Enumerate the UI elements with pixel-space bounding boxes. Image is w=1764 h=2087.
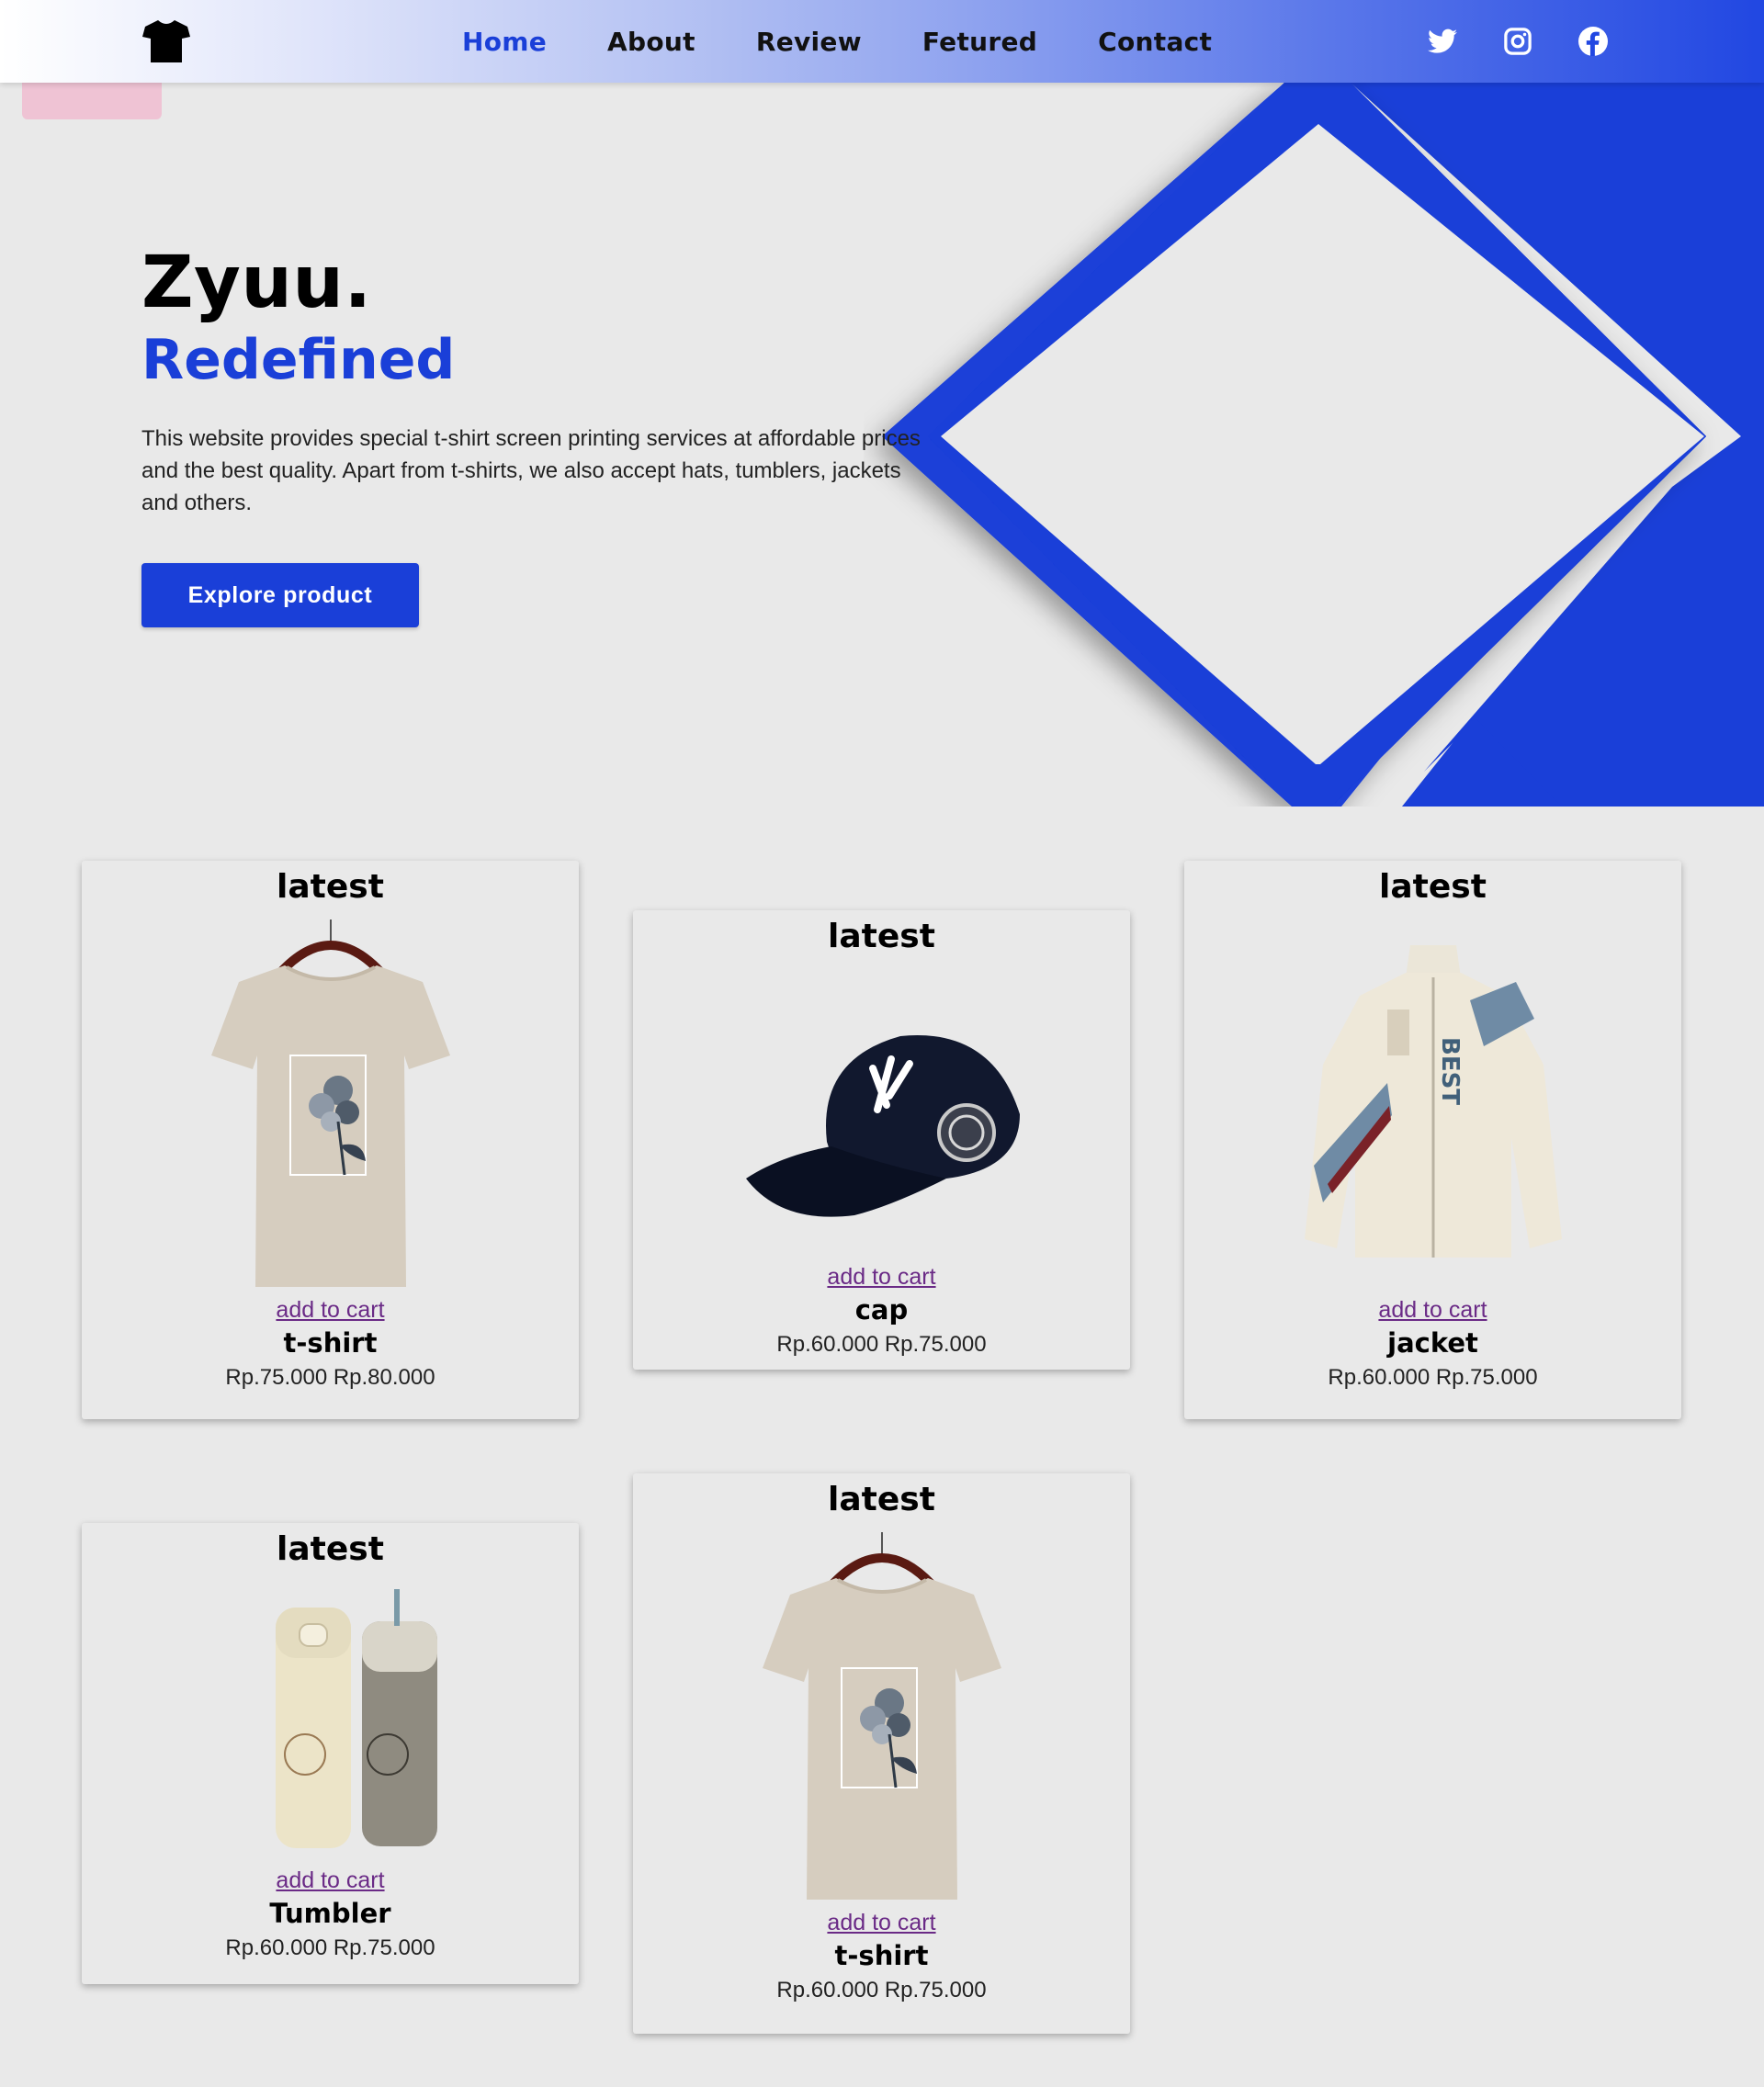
jacket-product-image: BEST (1304, 945, 1562, 1258)
add-to-cart-link[interactable]: add to cart (633, 1261, 1130, 1292)
product-tag: latest (277, 1530, 384, 1568)
hero-description: This website provides special t-shirt sc… (141, 426, 921, 515)
brand-title: Zyuu. (141, 242, 372, 324)
product-price: Rp.60.000 Rp.75.000 (225, 1935, 435, 1960)
tshirt-icon[interactable] (142, 18, 190, 64)
product-card: latest add to cart t-shirt Rp.75.000 Rp.… (82, 861, 579, 1419)
tumbler-product-image (275, 1589, 437, 1848)
product-name: jacket (1387, 1327, 1478, 1359)
product-card: latest add to cart Tumbler Rp.60.000 Rp.… (82, 1523, 579, 1984)
add-to-cart-link[interactable]: add to cart (82, 1865, 579, 1896)
social-links (1424, 23, 1611, 60)
product-name: t-shirt (283, 1327, 378, 1359)
product-price: Rp.75.000 Rp.80.000 (225, 1365, 435, 1390)
instagram-icon[interactable] (1499, 23, 1536, 60)
product-card: latest add to cart cap Rp.60.000 Rp.75.0… (633, 910, 1130, 1370)
twitter-icon[interactable] (1424, 23, 1461, 60)
product-card: latest BEST add to cart jacket Rp.60.000… (1184, 861, 1681, 1419)
add-to-cart-link[interactable]: add to cart (633, 1907, 1130, 1938)
add-to-cart-link[interactable]: add to cart (1184, 1294, 1681, 1326)
navbar: Home About Review Fetured Contact (0, 0, 1764, 83)
product-tag: latest (828, 1481, 935, 1518)
hero-diamond-decoration (882, 83, 1764, 807)
product-tag: latest (1379, 868, 1487, 906)
product-tag: latest (277, 868, 384, 906)
hero-section: Zyuu. Redefined This website provides sp… (141, 241, 932, 627)
nav-featured-link[interactable]: Fetured (922, 27, 1037, 57)
facebook-icon[interactable] (1575, 23, 1611, 60)
product-price: Rp.60.000 Rp.75.000 (776, 1978, 987, 2002)
product-name: t-shirt (834, 1940, 929, 1971)
product-price: Rp.60.000 Rp.75.000 (776, 1332, 987, 1357)
nav-contact-link[interactable]: Contact (1098, 27, 1212, 57)
explore-product-button[interactable]: Explore product (141, 563, 419, 627)
product-tag: latest (828, 918, 935, 955)
product-name: Tumbler (269, 1898, 391, 1929)
product-name: cap (854, 1294, 909, 1326)
tshirt-product-image (210, 919, 450, 1287)
brand-subtitle: Redefined (141, 328, 456, 392)
product-card: latest add to cart t-shirt Rp.60.000 Rp.… (633, 1473, 1130, 2034)
nav-review-link[interactable]: Review (756, 27, 862, 57)
svg-text:BEST: BEST (1436, 1037, 1464, 1105)
product-price: Rp.60.000 Rp.75.000 (1328, 1365, 1538, 1390)
nav-home-link[interactable]: Home (462, 27, 547, 57)
cap-product-image (745, 1035, 1020, 1217)
add-to-cart-link[interactable]: add to cart (82, 1294, 579, 1326)
nav-about-link[interactable]: About (607, 27, 695, 57)
tshirt-product-image (762, 1532, 1001, 1900)
nav-links: Home About Review Fetured Contact (432, 0, 1242, 83)
